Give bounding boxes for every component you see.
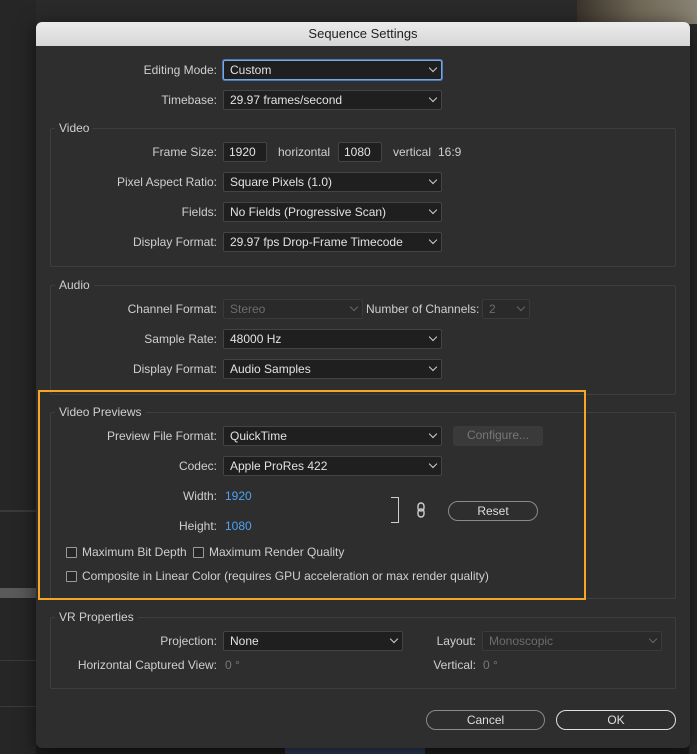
max-bit-depth-label: Maximum Bit Depth [82,545,187,559]
sample-rate-label: Sample Rate: [144,332,217,346]
background-panel-left [0,0,36,754]
pixel-aspect-select[interactable]: Square Pixels (1.0) [223,172,442,192]
background-timeline-strip [0,588,36,598]
video-display-format-label: Display Format: [132,235,217,249]
reset-button[interactable]: Reset [448,501,538,521]
preview-height-label: Height: [178,519,217,533]
chevron-down-icon [430,97,436,103]
chevron-down-icon [650,638,656,644]
editing-mode-select[interactable]: Custom [223,60,442,80]
max-render-quality-checkbox[interactable] [193,547,204,558]
sequence-settings-dialog: Sequence Settings Editing Mode: Custom T… [36,22,690,748]
preview-width-label: Width: [182,489,217,503]
channel-format-select[interactable]: Stereo [223,299,363,319]
chevron-down-icon [430,336,436,342]
codec-label: Codec: [178,459,217,473]
preview-file-format-value: QuickTime [230,429,287,443]
preview-height-value[interactable]: 1080 [225,516,252,536]
video-display-format-select[interactable]: 29.97 fps Drop-Frame Timecode [223,232,442,252]
sample-rate-select[interactable]: 48000 Hz [223,329,442,349]
horizontal-label: horizontal [278,145,331,159]
background-thumbnail [577,0,697,24]
cancel-button[interactable]: Cancel [426,710,545,730]
sample-rate-value: 48000 Hz [230,332,282,346]
codec-select[interactable]: Apple ProRes 422 [223,456,442,476]
video-section-title: Video [55,120,94,136]
linear-color-checkbox[interactable] [66,571,77,582]
vr-properties-section-title: VR Properties [55,609,138,625]
dimension-bracket [391,497,399,523]
timebase-value: 29.97 frames/second [230,93,343,107]
chevron-down-icon [351,306,357,312]
projection-value: None [230,634,259,648]
timebase-select[interactable]: 29.97 frames/second [223,90,442,110]
chevron-down-icon [430,239,436,245]
editing-mode-label: Editing Mode: [143,63,217,77]
layout-select[interactable]: Monoscopic [482,631,662,651]
aspect-ratio-text: 16:9 [438,145,462,159]
frame-size-label: Frame Size: [152,145,217,159]
horizontal-captured-view-value[interactable]: 0 ° [225,655,240,675]
chevron-down-icon [391,638,397,644]
timebase-label: Timebase: [161,93,217,107]
frame-height-input[interactable]: 1080 [338,142,382,162]
channel-format-value: Stereo [230,302,266,316]
audio-display-format-value: Audio Samples [230,362,311,376]
chevron-down-icon [430,433,436,439]
dialog-title: Sequence Settings [36,22,690,46]
audio-section-title: Audio [55,277,94,293]
fields-value: No Fields (Progressive Scan) [230,205,387,219]
chevron-down-icon [430,463,436,469]
ok-button[interactable]: OK [556,710,676,730]
audio-display-format-label: Display Format: [132,362,217,376]
num-channels-select[interactable]: 2 [482,299,530,319]
horizontal-captured-view-label: Horizontal Captured View: [77,658,217,672]
background-divider [0,660,36,661]
audio-display-format-select[interactable]: Audio Samples [223,359,442,379]
fields-select[interactable]: No Fields (Progressive Scan) [223,202,442,222]
configure-button[interactable]: Configure... [453,426,543,446]
pixel-aspect-label: Pixel Aspect Ratio: [116,175,217,189]
editing-mode-value: Custom [230,63,272,77]
preview-file-format-select[interactable]: QuickTime [223,426,442,446]
vr-vertical-value[interactable]: 0 ° [483,655,498,675]
link-icon[interactable] [415,502,427,518]
layout-label: Layout: [436,634,476,648]
max-render-quality-label: Maximum Render Quality [209,545,345,559]
chevron-down-icon [518,306,524,312]
background-panel-top [36,0,697,24]
background-divider [0,706,36,707]
chevron-down-icon [430,209,436,215]
codec-value: Apple ProRes 422 [230,459,328,473]
chevron-down-icon [430,366,436,372]
background-panel-right [689,24,697,754]
vertical-label: vertical [393,145,432,159]
linear-color-label: Composite in Linear Color (requires GPU … [82,569,489,583]
preview-file-format-label: Preview File Format: [106,429,217,443]
video-previews-section-title: Video Previews [55,404,146,420]
vr-vertical-label: Vertical: [433,658,476,672]
vr-properties-section [50,617,676,689]
preview-width-value[interactable]: 1920 [225,486,252,506]
max-bit-depth-checkbox[interactable] [66,547,77,558]
pixel-aspect-value: Square Pixels (1.0) [230,175,333,189]
projection-select[interactable]: None [223,631,403,651]
projection-label: Projection: [160,634,217,648]
frame-width-input[interactable]: 1920 [223,142,267,162]
layout-value: Monoscopic [489,634,554,648]
fields-label: Fields: [181,205,217,219]
chevron-down-icon [430,67,436,73]
background-divider [0,510,36,512]
num-channels-label: Number of Channels: [366,302,480,316]
num-channels-value: 2 [489,302,496,316]
channel-format-label: Channel Format: [127,302,217,316]
video-display-format-value: 29.97 fps Drop-Frame Timecode [230,235,403,249]
chevron-down-icon [430,179,436,185]
